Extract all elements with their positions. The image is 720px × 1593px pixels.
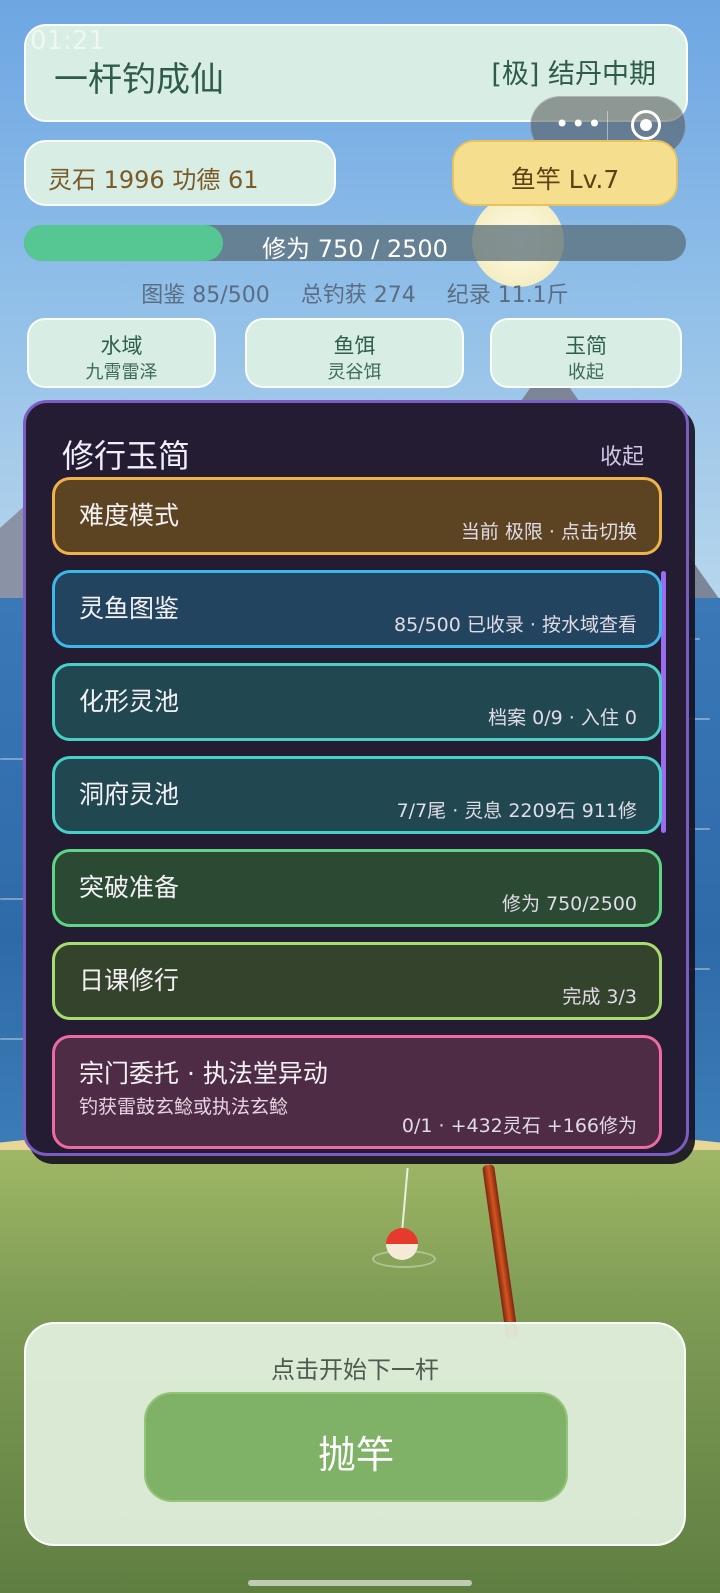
item-subtitle: 7/7尾 · 灵息 2209石 911修 <box>396 800 637 822</box>
bobber <box>386 1228 418 1260</box>
item-title: 化形灵池 <box>79 687 180 716</box>
capsule-divider <box>607 111 608 141</box>
item-description: 钓获雷鼓玄鲶或执法玄鲶 <box>79 1096 289 1118</box>
resources-text: 灵石 1996 功德 61 <box>48 166 259 194</box>
rod-level-label: 鱼竿 Lv.7 <box>510 165 620 194</box>
item-subtitle: 完成 3/3 <box>562 986 637 1008</box>
panel-close-button[interactable]: 收起 <box>600 439 644 471</box>
game-title: 一杆钓成仙 <box>54 60 224 100</box>
item-title: 洞府灵池 <box>79 780 180 809</box>
chip-value: 九霄雷泽 <box>85 362 158 383</box>
resources-card: 灵石 1996 功德 61 <box>24 140 336 206</box>
item-subtitle: 0/1 · +432灵石 +166修为 <box>401 1115 637 1137</box>
close-miniprogram-icon[interactable] <box>631 110 661 140</box>
status-time: 01:21 <box>30 26 105 56</box>
item-subtitle: 档案 0/9 · 入住 0 <box>488 707 637 729</box>
home-indicator[interactable] <box>248 1580 472 1586</box>
rod-level-button[interactable]: 鱼竿 Lv.7 <box>452 140 678 206</box>
transform-pool-item[interactable]: 化形灵池 档案 0/9 · 入住 0 <box>52 663 662 741</box>
cast-button-label: 抛竿 <box>317 1433 394 1477</box>
breakthrough-item[interactable]: 突破准备 修为 750/2500 <box>52 849 662 927</box>
stats-row: 图鉴 85/500 总钓获 274 纪录 11.1斤 <box>0 277 710 309</box>
jade-slip-button[interactable]: 玉简 收起 <box>490 318 682 388</box>
item-title: 灵鱼图鉴 <box>79 594 180 623</box>
codex-count: 图鉴 85/500 <box>141 283 270 308</box>
item-subtitle: 当前 极限 · 点击切换 <box>460 521 637 543</box>
cultivation-jade-panel: 修行玉简 收起 难度模式 当前 极限 · 点击切换 灵鱼图鉴 85/500 已收… <box>23 400 689 1156</box>
item-title: 突破准备 <box>79 873 180 902</box>
bait-button[interactable]: 鱼饵 灵谷饵 <box>245 318 464 388</box>
cultivation-progress-bar: 修为 750 / 2500 <box>24 225 686 261</box>
more-icon[interactable]: ••• <box>555 110 603 138</box>
sect-commission-item[interactable]: 宗门委托 · 执法堂异动 钓获雷鼓玄鲶或执法玄鲶 0/1 · +432灵石 +1… <box>52 1035 662 1149</box>
cast-button[interactable]: 抛竿 <box>144 1392 568 1502</box>
item-subtitle: 85/500 已收录 · 按水域查看 <box>393 614 637 636</box>
fish-codex-item[interactable]: 灵鱼图鉴 85/500 已收录 · 按水域查看 <box>52 570 662 648</box>
item-title: 难度模式 <box>79 501 180 530</box>
chip-title: 玉简 <box>565 334 607 358</box>
chip-title: 鱼饵 <box>333 334 376 358</box>
daily-practice-item[interactable]: 日课修行 完成 3/3 <box>52 942 662 1020</box>
item-title: 日课修行 <box>79 966 180 995</box>
item-subtitle: 修为 750/2500 <box>501 893 637 915</box>
cast-hint: 点击开始下一杆 <box>271 1356 439 1384</box>
panel-title: 修行玉简 <box>62 437 191 475</box>
realm-label: [极] 结丹中期 <box>491 59 656 90</box>
water-area-button[interactable]: 水域 九霄雷泽 <box>27 318 216 388</box>
record-weight: 纪录 11.1斤 <box>446 283 569 308</box>
chip-title: 水域 <box>100 334 143 358</box>
item-title: 宗门委托 · 执法堂异动 <box>79 1059 328 1088</box>
cultivation-progress-label: 修为 750 / 2500 <box>262 235 448 261</box>
total-catch: 总钓获 274 <box>300 283 416 308</box>
cast-area: 点击开始下一杆 抛竿 <box>24 1322 686 1546</box>
chip-value: 收起 <box>568 362 604 383</box>
chip-value: 灵谷饵 <box>327 362 382 383</box>
cave-pool-item[interactable]: 洞府灵池 7/7尾 · 灵息 2209石 911修 <box>52 756 662 834</box>
difficulty-mode-item[interactable]: 难度模式 当前 极限 · 点击切换 <box>52 477 662 555</box>
